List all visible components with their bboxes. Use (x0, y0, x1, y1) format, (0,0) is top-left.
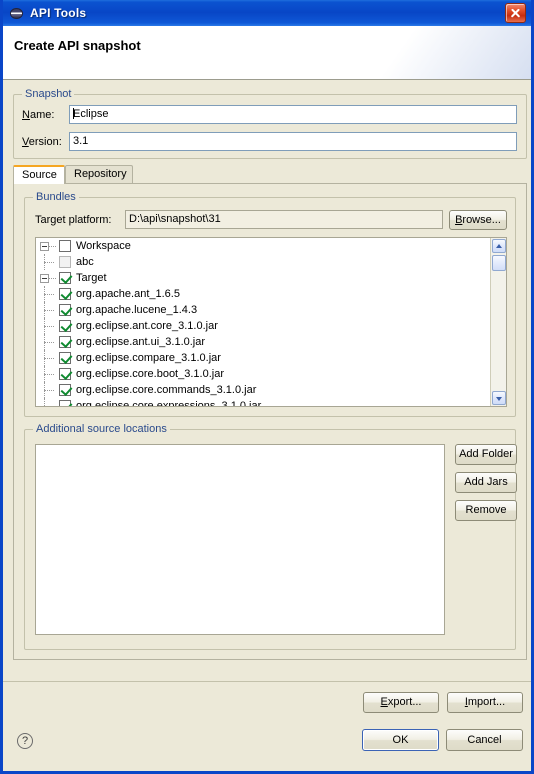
tab-panel-source: Bundles Target platform: D:\api\snapshot… (13, 183, 527, 660)
bundles-tree[interactable]: Workspace abc Target org.apache.ant_1.6.… (35, 237, 507, 407)
snapshot-group-title: Snapshot (22, 88, 75, 100)
snapshot-version-value: 3.1 (73, 135, 89, 147)
help-icon[interactable]: ? (17, 733, 33, 749)
tree-row[interactable]: org.apache.lucene_1.4.3 (36, 302, 490, 318)
cancel-button[interactable]: Cancel (446, 729, 523, 751)
add-jars-button[interactable]: Add Jars (455, 472, 517, 493)
tree-row[interactable]: org.eclipse.compare_3.1.0.jar (36, 350, 490, 366)
collapse-icon[interactable] (40, 241, 49, 251)
add-folder-button[interactable]: Add Folder (455, 444, 517, 465)
import-button[interactable]: Import... (447, 692, 523, 713)
target-platform-value: D:\api\snapshot\31 (129, 213, 221, 225)
tab-repository[interactable]: Repository (65, 165, 133, 183)
tree-checkbox[interactable] (59, 352, 71, 364)
additional-sources-group-title: Additional source locations (33, 423, 170, 435)
tree-indent (36, 334, 59, 350)
tab-source[interactable]: Source (13, 165, 65, 184)
tree-checkbox[interactable] (59, 256, 71, 268)
tree-row[interactable]: Target (36, 270, 490, 286)
page-title: Create API snapshot (14, 38, 141, 53)
tree-indent (36, 286, 59, 302)
dialog-window: API Tools Create API snapshot Snapshot N… (0, 0, 534, 774)
tree-checkbox[interactable] (59, 336, 71, 348)
tree-checkbox[interactable] (59, 240, 71, 252)
tree-line (49, 238, 59, 254)
tree-checkbox[interactable] (59, 320, 71, 332)
tree-checkbox[interactable] (59, 384, 71, 396)
tree-row-label: org.eclipse.core.expressions_3.1.0.jar (76, 400, 262, 406)
additional-sources-list[interactable] (35, 444, 445, 635)
ok-button[interactable]: OK (362, 729, 439, 751)
tree-row-label: abc (76, 256, 94, 268)
tree-indent (36, 350, 59, 366)
version-label: Version: (22, 136, 62, 148)
snapshot-name-value: Eclipse (73, 108, 109, 120)
tree-row-label: org.eclipse.core.commands_3.1.0.jar (76, 384, 257, 396)
tree-row-label: org.apache.lucene_1.4.3 (76, 304, 198, 316)
snapshot-version-input[interactable]: 3.1 (69, 132, 517, 151)
tree-row-label: org.eclipse.ant.ui_3.1.0.jar (76, 336, 206, 348)
tree-indent (36, 382, 59, 398)
tree-row[interactable]: org.eclipse.ant.core_3.1.0.jar (36, 318, 490, 334)
tree-row[interactable]: org.eclipse.core.boot_3.1.0.jar (36, 366, 490, 382)
tree-indent (36, 366, 59, 382)
bundles-group-title: Bundles (33, 191, 79, 203)
scrollbar-thumb[interactable] (492, 255, 506, 271)
additional-sources-group: Additional source locations Add Folder A… (24, 423, 517, 650)
wizard-header: Create API snapshot (3, 26, 531, 80)
tree-indent (36, 302, 59, 318)
titlebar: API Tools (3, 0, 531, 26)
dialog-footer: ? Export... Import... OK Cancel (3, 681, 531, 771)
export-button[interactable]: Export... (363, 692, 439, 713)
browse-button[interactable]: Browse... (449, 210, 507, 230)
eclipse-globe-icon (9, 5, 25, 21)
snapshot-name-input[interactable]: Eclipse (69, 105, 517, 124)
bundles-group: Bundles Target platform: D:\api\snapshot… (24, 191, 516, 417)
scroll-down-icon[interactable] (492, 391, 506, 405)
scroll-up-icon[interactable] (492, 239, 506, 253)
tree-line (49, 270, 59, 286)
tab-bar: Source Repository (13, 165, 527, 184)
tree-row[interactable]: abc (36, 254, 490, 270)
tree-checkbox[interactable] (59, 368, 71, 380)
close-icon[interactable] (505, 3, 526, 23)
tree-indent (36, 318, 59, 334)
target-platform-input[interactable]: D:\api\snapshot\31 (125, 210, 443, 229)
tree-checkbox[interactable] (59, 272, 71, 284)
remove-button[interactable]: Remove (455, 500, 517, 521)
tree-checkbox[interactable] (59, 288, 71, 300)
tree-row-label: Target (76, 272, 107, 284)
window-title: API Tools (30, 6, 87, 20)
tree-row[interactable]: Workspace (36, 238, 490, 254)
tree-indent (36, 398, 59, 406)
target-platform-label: Target platform: (35, 214, 112, 226)
tree-row[interactable]: org.eclipse.ant.ui_3.1.0.jar (36, 334, 490, 350)
tree-row-label: Workspace (76, 240, 131, 252)
tree-row-label: org.eclipse.compare_3.1.0.jar (76, 352, 221, 364)
tree-row-label: org.apache.ant_1.6.5 (76, 288, 180, 300)
bundles-tree-viewport: Workspace abc Target org.apache.ant_1.6.… (36, 238, 490, 406)
tree-indent (36, 254, 59, 270)
tree-checkbox[interactable] (59, 400, 71, 406)
collapse-icon[interactable] (40, 273, 49, 283)
name-label: Name: (22, 109, 55, 121)
header-gradient (351, 26, 531, 79)
tree-row-label: org.eclipse.ant.core_3.1.0.jar (76, 320, 218, 332)
tree-row[interactable]: org.eclipse.core.commands_3.1.0.jar (36, 382, 490, 398)
tree-checkbox[interactable] (59, 304, 71, 316)
tree-vertical-scrollbar[interactable] (490, 238, 506, 406)
tree-row-label: org.eclipse.core.boot_3.1.0.jar (76, 368, 224, 380)
tree-row[interactable]: org.eclipse.core.expressions_3.1.0.jar (36, 398, 490, 406)
snapshot-group: Snapshot Name: Eclipse Version: 3.1 (13, 88, 527, 159)
tree-row[interactable]: org.apache.ant_1.6.5 (36, 286, 490, 302)
dialog-body: Snapshot Name: Eclipse Version: 3.1 Sour… (3, 80, 531, 771)
